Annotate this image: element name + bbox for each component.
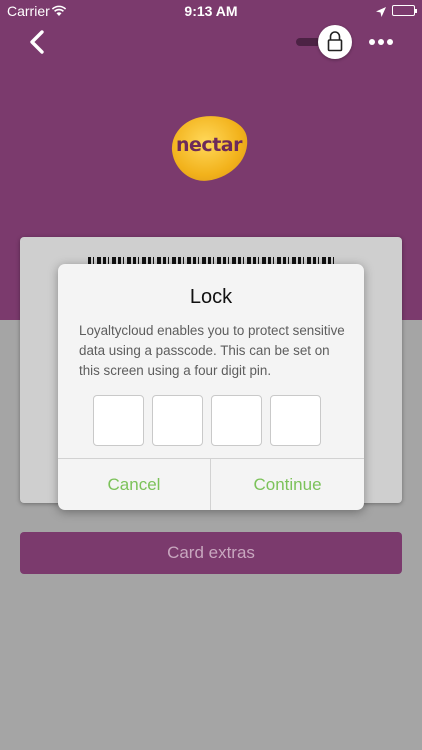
clock: 9:13 AM: [184, 3, 238, 19]
cancel-button[interactable]: Cancel: [58, 459, 210, 510]
pin-digit-4[interactable]: [270, 395, 321, 446]
continue-button[interactable]: Continue: [211, 459, 364, 510]
card-extras-button[interactable]: Card extras: [20, 532, 402, 574]
dialog-message: Loyaltycloud enables you to protect sens…: [79, 323, 345, 378]
battery-icon: [392, 5, 417, 16]
toggle-knob[interactable]: [318, 25, 352, 59]
logo-text: nectar: [176, 134, 242, 156]
dialog-title: Lock: [189, 286, 233, 308]
lock-icon: [327, 31, 343, 52]
pin-digit-1[interactable]: [93, 395, 144, 446]
more-options-button[interactable]: [368, 32, 394, 52]
pin-digit-2[interactable]: [152, 395, 203, 446]
lock-dialog: Lock Loyaltycloud enables you to protect…: [58, 264, 364, 510]
status-bar: Carrier 9:13 AM: [0, 0, 422, 24]
chevron-left-icon: [30, 30, 44, 54]
nectar-logo: nectar: [167, 111, 253, 185]
pin-digit-3[interactable]: [211, 395, 262, 446]
lock-toggle[interactable]: [294, 24, 352, 60]
back-button[interactable]: [26, 28, 50, 56]
location-arrow-icon: [376, 4, 386, 20]
ellipsis-icon: [369, 39, 393, 45]
